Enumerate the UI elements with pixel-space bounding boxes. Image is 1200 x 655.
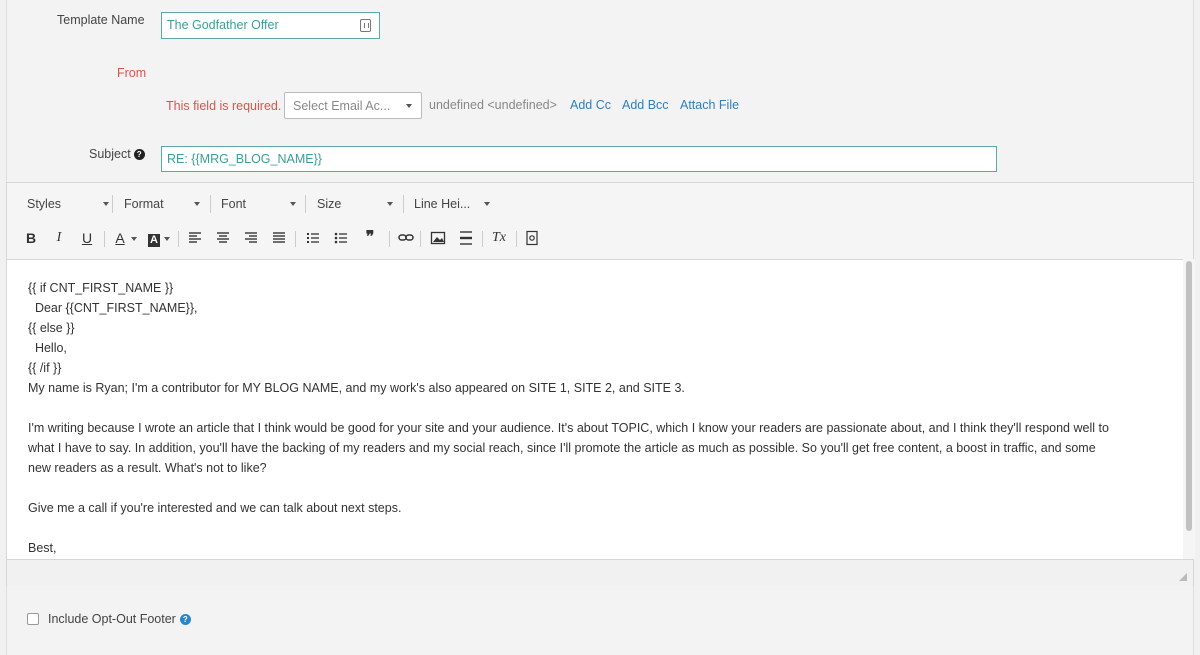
body-line: {{ /if }} (28, 361, 62, 375)
subject-value: RE: {{MRG_BLOG_NAME}} (167, 152, 322, 166)
field-lock-icon (360, 19, 371, 32)
template-name-value: The Godfather Offer (167, 18, 279, 32)
body-line: {{ else }} (28, 321, 75, 335)
subject-label-group: Subject? (89, 147, 145, 161)
chevron-down-icon (290, 202, 296, 206)
toolbar-separator (178, 231, 179, 247)
template-name-input[interactable]: The Godfather Offer (161, 12, 380, 39)
editor-toolbar-combos: Styles Format Font Size Line Hei... (7, 189, 1193, 219)
format-dropdown[interactable]: Format (118, 189, 205, 217)
subject-input[interactable]: RE: {{MRG_BLOG_NAME}} (161, 146, 997, 172)
line-height-dropdown-label: Line Hei... (414, 197, 471, 211)
size-dropdown[interactable]: Size (311, 189, 399, 217)
styles-dropdown[interactable]: Styles (21, 189, 109, 217)
from-label: From (117, 66, 147, 80)
bulleted-list-icon[interactable] (331, 227, 351, 249)
horizontal-rule-icon[interactable] (456, 227, 476, 249)
align-justify-icon[interactable] (269, 227, 289, 249)
scrollbar-thumb[interactable] (1186, 261, 1192, 531)
toolbar-separator (403, 195, 404, 213)
chevron-down-icon (194, 202, 200, 206)
align-left-icon[interactable] (185, 227, 205, 249)
line-height-dropdown[interactable]: Line Hei... (408, 189, 492, 217)
body-line: I'm writing because I wrote an article t… (28, 421, 1109, 435)
body-line: Best, (28, 541, 57, 555)
body-line: Hello, (28, 341, 67, 355)
toolbar-separator (210, 195, 211, 213)
toolbar-separator (305, 195, 306, 213)
image-icon[interactable] (428, 227, 448, 249)
attach-file-link[interactable]: Attach File (680, 98, 739, 112)
toolbar-separator (420, 231, 421, 247)
align-center-icon[interactable] (213, 227, 233, 249)
background-color-button[interactable]: A (143, 227, 170, 249)
styles-dropdown-label: Styles (27, 197, 62, 211)
chevron-down-icon (131, 237, 137, 241)
body-line: {{ if CNT_FIRST_NAME }} (28, 281, 174, 295)
toolbar-separator (112, 195, 113, 213)
editor-toolbar-buttons: B I U A A ❞ Tx (7, 223, 1193, 253)
italic-button[interactable]: I (49, 227, 69, 249)
size-dropdown-label: Size (317, 197, 342, 211)
add-cc-link[interactable]: Add Cc (570, 98, 611, 112)
bold-button[interactable]: B (21, 227, 41, 249)
link-icon[interactable] (396, 227, 416, 249)
text-color-button[interactable]: A (110, 227, 137, 249)
body-line: new readers as a result. What's not to l… (28, 461, 267, 475)
toolbar-separator (516, 231, 517, 247)
toolbar-separator (104, 231, 105, 247)
help-icon[interactable]: ? (133, 149, 145, 161)
editor-statusbar (7, 559, 1193, 586)
blockquote-button[interactable]: ❞ (360, 227, 380, 249)
numbered-list-icon[interactable] (303, 227, 323, 249)
body-line: My name is Ryan; I'm a contributor for M… (28, 381, 685, 395)
body-line: what I have to say. In addition, you'll … (28, 441, 1096, 455)
body-line: Give me a call if you're interested and … (28, 501, 402, 515)
editor-content-area[interactable]: {{ if CNT_FIRST_NAME }} Dear {{CNT_FIRST… (7, 259, 1183, 559)
chevron-down-icon (484, 202, 490, 206)
from-error-message: This field is required. (166, 99, 282, 113)
body-line: Dear {{CNT_FIRST_NAME}}, (28, 301, 198, 315)
opt-out-footer-label: Include Opt-Out Footer (48, 612, 176, 626)
underline-button[interactable]: U (77, 227, 97, 249)
font-dropdown-label: Font (221, 197, 247, 211)
editor-scrollbar[interactable] (1183, 259, 1195, 559)
remove-format-button[interactable]: Tx (489, 227, 509, 249)
help-icon[interactable]: ? (179, 614, 191, 626)
resize-grip-icon[interactable] (1179, 573, 1187, 581)
chevron-down-icon (164, 237, 170, 241)
remove-format-icon: Tx (492, 230, 506, 245)
background-color-icon: A (148, 234, 160, 247)
format-dropdown-label: Format (124, 197, 164, 211)
email-account-select-value: Select Email Ac... (293, 99, 391, 113)
opt-out-footer-checkbox[interactable] (27, 613, 39, 625)
rich-text-editor: Styles Format Font Size Line Hei... B I … (6, 182, 1195, 586)
subject-label: Subject (89, 147, 131, 161)
toolbar-separator (295, 231, 296, 247)
chevron-down-icon (103, 202, 109, 206)
source-code-icon[interactable] (522, 227, 542, 249)
font-dropdown[interactable]: Font (215, 189, 303, 217)
align-right-icon[interactable] (241, 227, 261, 249)
template-name-label: Template Name (57, 13, 145, 27)
toolbar-separator (482, 231, 483, 247)
from-undefined-text: undefined <undefined> (429, 98, 557, 112)
toolbar-separator (389, 231, 390, 247)
add-bcc-link[interactable]: Add Bcc (622, 98, 669, 112)
chevron-down-icon (406, 104, 412, 108)
text-color-icon: A (115, 230, 125, 246)
chevron-down-icon (387, 202, 393, 206)
email-account-select[interactable]: Select Email Ac... (284, 92, 422, 119)
opt-out-footer-label-group: Include Opt-Out Footer? (48, 612, 191, 626)
